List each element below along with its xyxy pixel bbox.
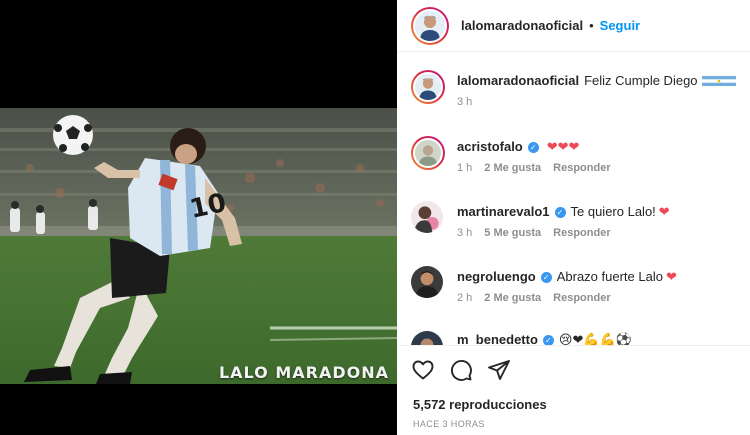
- comment-likes[interactable]: 2 Me gusta: [484, 292, 541, 304]
- verified-badge-icon: ✓: [540, 271, 552, 283]
- verified-badge-icon: ✓: [527, 141, 539, 153]
- comment-icon[interactable]: [449, 358, 473, 382]
- reply-button[interactable]: Responder: [553, 162, 610, 174]
- comment-username[interactable]: negroluengo: [457, 268, 536, 286]
- comment-likes[interactable]: 5 Me gusta: [484, 227, 541, 239]
- comment-item: martinarevalo1 ✓ Te quiero Lalo! ❤ 3 h 5…: [411, 201, 741, 239]
- comment-text: Te quiero Lalo!: [570, 204, 656, 219]
- avatar-photo-icon: [411, 331, 443, 345]
- caption-avatar[interactable]: [411, 70, 445, 104]
- comment-time[interactable]: 3 h: [457, 227, 472, 239]
- comment-likes[interactable]: 2 Me gusta: [484, 162, 541, 174]
- video-watermark: LALO MARADONA: [218, 363, 389, 382]
- caption-text: Feliz Cumple Diego: [584, 73, 698, 88]
- comment-username[interactable]: martinarevalo1: [457, 203, 550, 221]
- reply-button[interactable]: Responder: [553, 227, 610, 239]
- header-separator: •: [589, 18, 594, 33]
- commenter-avatar[interactable]: [411, 331, 443, 345]
- verified-badge-icon: ✓: [542, 334, 554, 345]
- comment-username[interactable]: m_benedetto: [457, 331, 538, 345]
- comment-emoji: ❤❤❤: [546, 139, 580, 154]
- comment-username[interactable]: acristofalo: [457, 138, 523, 156]
- verified-badge-icon: ✓: [554, 206, 566, 218]
- avatar-photo-icon: [415, 10, 445, 41]
- avatar-photo-icon: [411, 266, 443, 298]
- view-count[interactable]: 5,572 reproducciones: [413, 397, 547, 412]
- comment-time[interactable]: 2 h: [457, 292, 472, 304]
- caption: lalomaradonaoficial Feliz Cumple Diego 3…: [411, 70, 741, 108]
- post-sidebar: lalomaradonaoficial • Seguir lalomaradon…: [397, 0, 750, 435]
- comment-emoji: ❤: [658, 204, 670, 219]
- comment-emoji: ❤: [665, 269, 677, 284]
- commenter-avatar[interactable]: [411, 201, 443, 233]
- comment-time[interactable]: 1 h: [457, 162, 472, 174]
- commenter-avatar[interactable]: [411, 136, 445, 170]
- reply-button[interactable]: Responder: [553, 292, 610, 304]
- post-media[interactable]: 10 LALO MARADONA: [0, 0, 397, 435]
- comment-item: acristofalo ✓ ❤❤❤ 1 h 2 Me gusta Respond…: [411, 136, 741, 174]
- avatar-photo-icon: [415, 74, 441, 100]
- caption-time[interactable]: 3 h: [457, 96, 472, 108]
- commenter-avatar[interactable]: [411, 266, 443, 298]
- avatar-photo-icon: [411, 201, 443, 233]
- share-icon[interactable]: [487, 358, 511, 382]
- post-photo[interactable]: 10 LALO MARADONA: [0, 108, 397, 384]
- post-timestamp[interactable]: HACE 3 HORAS: [413, 419, 485, 429]
- follow-button[interactable]: Seguir: [600, 18, 640, 33]
- author-username[interactable]: lalomaradonaoficial: [461, 18, 583, 33]
- football-player-image: 10: [0, 108, 397, 384]
- comment-item: m_benedetto ✓ 😢❤💪💪⚽: [411, 331, 741, 345]
- comment-text: Abrazo fuerte Lalo: [556, 269, 663, 284]
- author-avatar[interactable]: [411, 6, 449, 45]
- avatar-photo-icon: [415, 140, 441, 166]
- argentina-flag-icon: [701, 76, 736, 86]
- caption-username[interactable]: lalomaradonaoficial: [457, 72, 579, 90]
- comment-emoji: 😢❤💪💪⚽: [558, 332, 632, 345]
- heart-icon[interactable]: [411, 358, 435, 382]
- post-actions: 5,572 reproducciones HACE 3 HORAS: [397, 345, 750, 435]
- post-header: lalomaradonaoficial • Seguir: [397, 0, 750, 52]
- comment-item: negroluengo ✓ Abrazo fuerte Lalo ❤ 2 h 2…: [411, 266, 741, 304]
- comment-list[interactable]: lalomaradonaoficial Feliz Cumple Diego 3…: [397, 53, 750, 345]
